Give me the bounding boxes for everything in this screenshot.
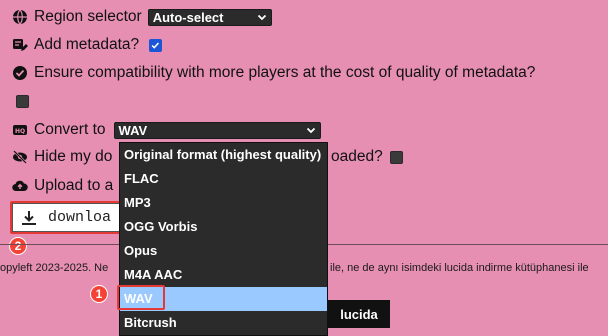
metadata-row: Add metadata? [12, 36, 163, 54]
lucida-logo-text: lucida [340, 306, 378, 322]
convert-row: HQ Convert to WAV [12, 121, 321, 139]
hide-label-prefix: Hide my do [34, 148, 113, 165]
format-option-ogg-vorbis[interactable]: OGG Vorbis [120, 215, 327, 239]
cloud-upload-icon [12, 178, 28, 194]
metadata-label: Add metadata? [34, 36, 140, 53]
annotation-badge-2: 2 [9, 237, 27, 255]
download-icon [22, 210, 36, 225]
convert-label: Convert to [34, 121, 106, 138]
annotation-badge-1: 1 [90, 285, 108, 303]
hide-row: Hide my do [12, 148, 112, 166]
region-selector-label: Region selector [34, 8, 142, 25]
format-option-m4a-aac[interactable]: M4A AAC [120, 263, 327, 287]
region-selector-row: Region selector Auto-select [12, 8, 272, 26]
footer-text-right: ile, ne de aynı isimdeki lucida indirme … [330, 262, 589, 274]
compat-checkbox[interactable] [16, 95, 29, 108]
convert-select-value: WAV [118, 122, 148, 138]
download-button[interactable]: downloa [12, 203, 124, 232]
eye-slash-icon [12, 149, 28, 165]
compat-label: Ensure compatibility with more players a… [34, 64, 536, 81]
metadata-checkbox[interactable] [149, 38, 163, 52]
format-option-wav[interactable]: WAV [120, 287, 327, 311]
format-dropdown-list: Original format (highest quality) FLAC M… [119, 142, 328, 336]
chevron-down-icon [306, 127, 315, 134]
upload-label-prefix: Upload to a [34, 177, 114, 194]
convert-select[interactable]: WAV [113, 121, 321, 139]
format-option-flac[interactable]: FLAC [120, 167, 327, 191]
hide-checkbox[interactable] [390, 151, 403, 164]
region-select-value: Auto-select [152, 9, 224, 25]
footer-text-left: opyleft 2023-2025. Ne [0, 262, 109, 274]
format-option-opus[interactable]: Opus [120, 239, 327, 263]
chevron-down-icon [257, 14, 266, 21]
hide-label-suffix: oaded? [331, 148, 383, 165]
format-option-bitcrush[interactable]: Bitcrush [120, 311, 327, 335]
svg-text:HQ: HQ [15, 128, 25, 135]
checkmark-icon [151, 41, 160, 49]
check-circle-icon [12, 65, 28, 81]
format-option-original[interactable]: Original format (highest quality) [120, 143, 327, 167]
lucida-logo: lucida [328, 300, 390, 328]
compat-row: Ensure compatibility with more players a… [12, 64, 535, 82]
tag-edit-icon [12, 37, 28, 53]
globe-icon [12, 9, 28, 25]
download-button-label: downloa [48, 209, 112, 226]
upload-row: Upload to a [12, 177, 113, 195]
hq-icon: HQ [12, 122, 28, 138]
format-option-mp3[interactable]: MP3 [120, 191, 327, 215]
region-select[interactable]: Auto-select [147, 8, 272, 26]
